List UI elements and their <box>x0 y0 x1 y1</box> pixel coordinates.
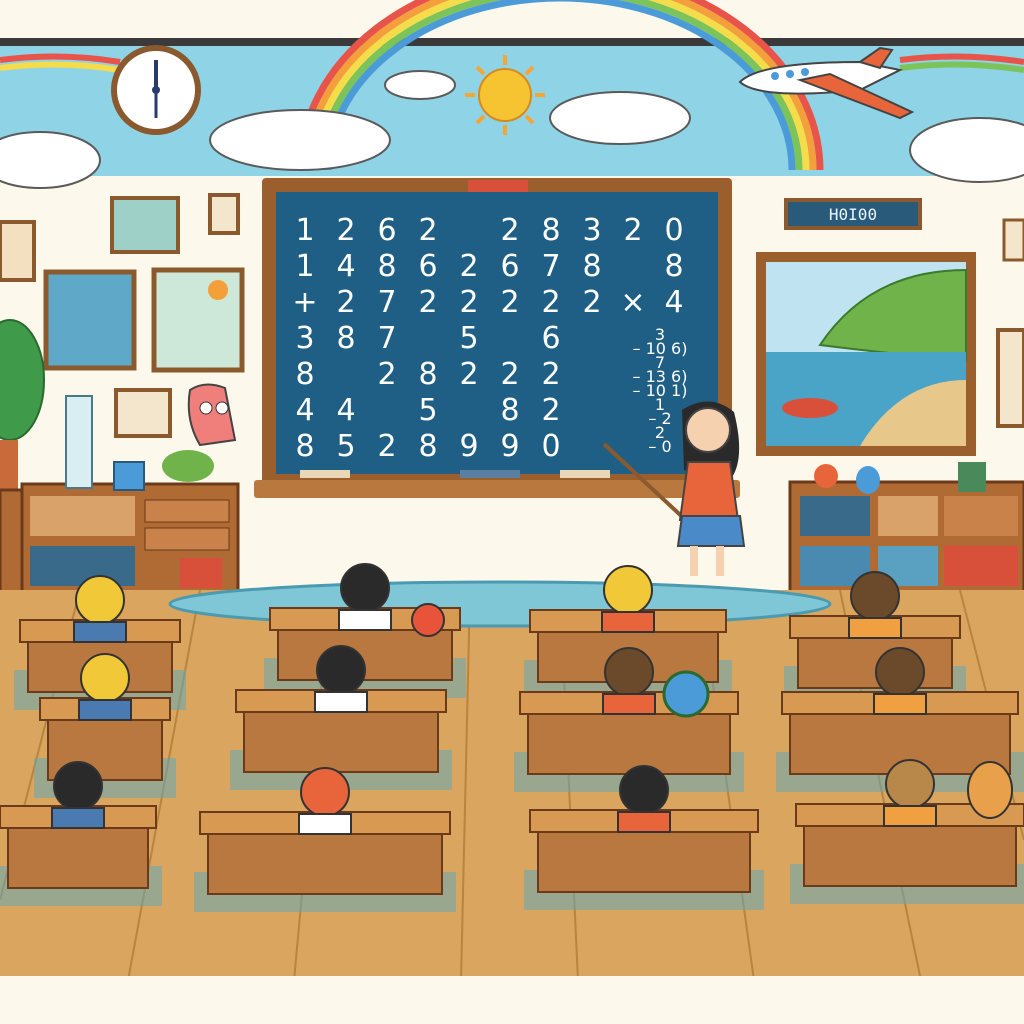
cat-icon <box>967 761 1013 819</box>
chalkboard-digit: 1 <box>295 213 314 248</box>
chalkboard-digit: 6 <box>377 213 396 248</box>
student-head <box>75 575 125 625</box>
chalkboard-digit: 5 <box>459 321 478 356</box>
chalkboard-digit: × <box>620 285 645 320</box>
student-head <box>885 759 935 809</box>
chalkboard-digit: 8 <box>500 393 519 428</box>
chalkboard-digit: 0 <box>541 429 560 464</box>
student-head <box>603 565 653 615</box>
chalkboard-digit: + <box>292 285 317 320</box>
chalkboard-digit: 2 <box>377 429 396 464</box>
chalkboard-digit: 8 <box>664 249 683 284</box>
chalkboard-digit: 0 <box>664 213 683 248</box>
chalkboard-digit: 2 <box>418 285 437 320</box>
chalkboard-digit: 2 <box>377 357 396 392</box>
chalkboard-digit: 3 <box>582 213 601 248</box>
chalkboard-digit: 4 <box>664 285 683 320</box>
student-head <box>340 563 390 613</box>
chalkboard-digit: 9 <box>500 429 519 464</box>
chalkboard-digit: 9 <box>459 429 478 464</box>
classroom-scene: 1 2 6 2 2 8 3 2 01 4 8 6 2 6 7 8 8+ 2 7 2 2 2 2 2 × 43 8 7 5 68 2 8 2 2 24… <box>0 0 1024 1024</box>
chalkboard-digit: 5 <box>418 393 437 428</box>
wall-sign: H0I00 <box>784 198 922 230</box>
chalkboard-digit: 2 <box>500 213 519 248</box>
chalkboard-digit: 8 <box>582 249 601 284</box>
clock-icon <box>111 45 201 135</box>
chalkboard-digit: 2 <box>336 213 355 248</box>
chalkboard-digit: 2 <box>459 285 478 320</box>
chalkboard-digit: 8 <box>541 213 560 248</box>
chalkboard-digit: 2 <box>500 357 519 392</box>
chalkboard-digit: 2 <box>459 249 478 284</box>
student-head <box>80 653 130 703</box>
chalkboard-digit: 6 <box>541 321 560 356</box>
globe-icon <box>662 670 710 718</box>
sign-text: H0I00 <box>829 205 877 224</box>
landscape-painting <box>756 252 976 456</box>
chalkboard-digit: 8 <box>418 357 437 392</box>
chalkboard-digit: 8 <box>295 357 314 392</box>
student-head <box>875 647 925 697</box>
chalkboard-digit: 2 <box>623 213 642 248</box>
apple-icon <box>411 603 445 637</box>
chalkboard-digit: 2 <box>336 285 355 320</box>
chalkboard-digit: 7 <box>377 285 396 320</box>
chalkboard-digit: 2 <box>418 213 437 248</box>
chalkboard-digit: 2 <box>541 285 560 320</box>
floor-border <box>0 976 1024 1024</box>
chalkboard-digit: 1 <box>295 249 314 284</box>
small-frame-right <box>1002 218 1024 262</box>
chalkboard-digit: 2 <box>500 285 519 320</box>
chalkboard-digit: 4 <box>336 393 355 428</box>
bookshelf-right <box>788 462 1024 596</box>
chalkboard-digit: 8 <box>336 321 355 356</box>
chalkboard-digit: 3 <box>295 321 314 356</box>
student-head <box>619 765 669 815</box>
student-head <box>53 761 103 811</box>
student-head <box>316 645 366 695</box>
student-head <box>604 647 654 697</box>
chalkboard-digit: 2 <box>582 285 601 320</box>
chalkboard-note: – 0 <box>648 437 671 456</box>
chalkboard-digit: 2 <box>459 357 478 392</box>
chalkboard-digit: 2 <box>541 393 560 428</box>
chalkboard-digit: 6 <box>500 249 519 284</box>
chalkboard-digit: 5 <box>336 429 355 464</box>
chalkboard: 1 2 6 2 2 8 3 2 01 4 8 6 2 6 7 8 8+ 2 7 2 2 2 2 2 × 43 8 7 5 68 2 8 2 2 24… <box>254 178 740 498</box>
chalkboard-digit: 4 <box>336 249 355 284</box>
ceiling-trim <box>0 38 1024 46</box>
chalkboard-digit: 8 <box>295 429 314 464</box>
student-head <box>850 571 900 621</box>
chalkboard-digit: 6 <box>418 249 437 284</box>
chalkboard-digit: 7 <box>377 321 396 356</box>
chalkboard-digit: 4 <box>295 393 314 428</box>
chalkboard-digit: 8 <box>377 249 396 284</box>
student-head <box>300 767 350 817</box>
chalkboard-digit: 7 <box>541 249 560 284</box>
chalkboard-digit: 8 <box>418 429 437 464</box>
painting-edge-right <box>996 328 1024 428</box>
chalkboard-digit: 2 <box>541 357 560 392</box>
